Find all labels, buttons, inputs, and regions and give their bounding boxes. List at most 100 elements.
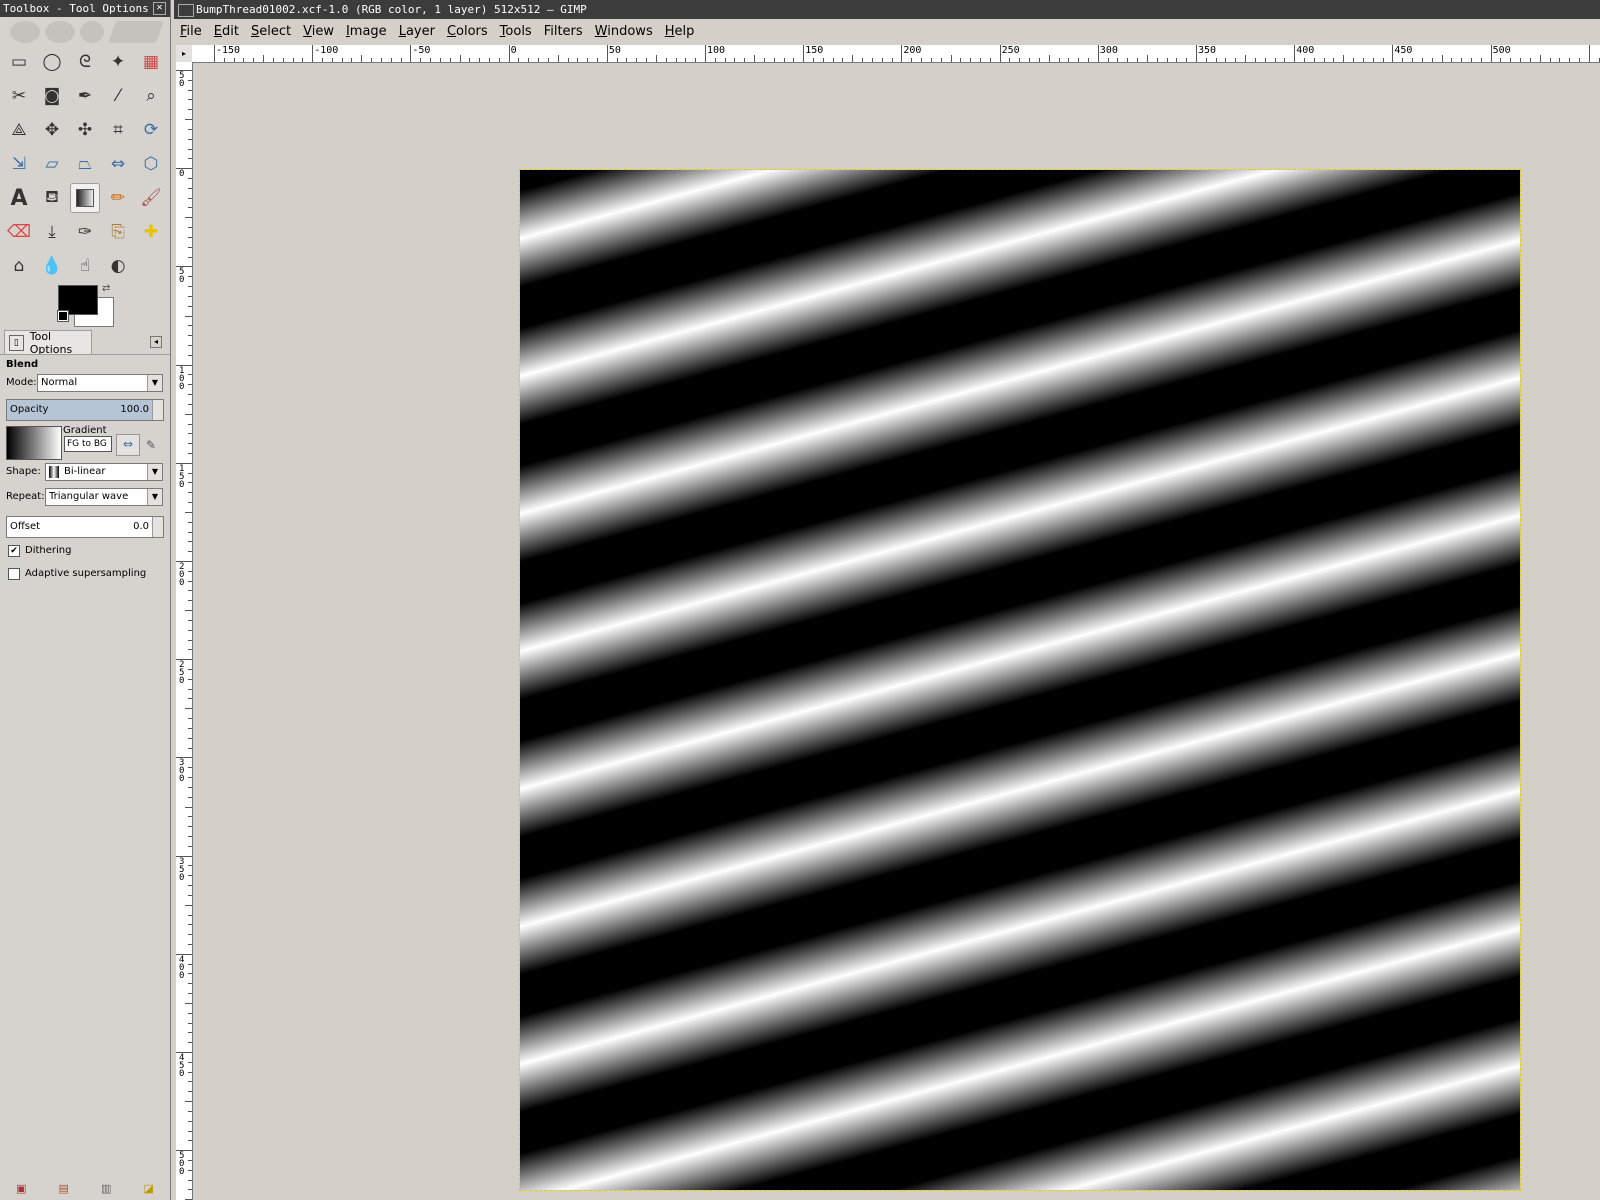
perspective-icon[interactable]: ⏢ (70, 149, 100, 179)
clone-icon[interactable]: ⎘ (103, 217, 133, 247)
menu-view[interactable]: View (297, 22, 340, 42)
swap-colors-icon[interactable]: ⇄ (102, 283, 110, 294)
zoom-icon[interactable]: ⌕ (136, 81, 166, 111)
heal-icon[interactable]: ✚ (136, 217, 166, 247)
repeat-select[interactable]: Triangular wave ▼ (45, 488, 163, 506)
blur-icon[interactable]: 💧 (37, 251, 67, 281)
ruler-tick (312, 45, 314, 62)
offset-slider[interactable]: Offset 0.0 (6, 516, 164, 538)
select-by-color-icon[interactable]: ▦ (136, 47, 166, 77)
ruler-tick (188, 551, 192, 553)
paintbrush-icon[interactable]: 🖌 (136, 183, 166, 213)
text-icon[interactable]: A (4, 183, 34, 213)
ruler-tick (1402, 58, 1404, 62)
default-colors-icon[interactable] (57, 310, 69, 322)
ruler-tick (188, 187, 192, 189)
ruler-tick (1048, 55, 1050, 62)
ruler-tick (341, 58, 343, 62)
menu-file[interactable]: File (174, 22, 208, 42)
opacity-value: 100.0 (120, 404, 149, 415)
ruler-tick (188, 727, 192, 729)
perspective-clone-icon[interactable]: ⌂ (4, 251, 34, 281)
paths-icon[interactable]: ✒ (70, 81, 100, 111)
ruler-tick (185, 904, 192, 906)
ruler-tick (1333, 58, 1335, 62)
gradient-swatch (76, 189, 94, 207)
wilber-logo (0, 17, 170, 47)
pencil-icon[interactable]: ✏ (103, 183, 133, 213)
ruler-tick (188, 943, 192, 945)
menu-select[interactable]: Select (245, 22, 297, 42)
menu-edit[interactable]: Edit (208, 22, 245, 42)
ink-icon[interactable]: ✑ (70, 217, 100, 247)
menu-layer[interactable]: Layer (393, 22, 441, 42)
restore-options-icon[interactable]: ▤ (57, 1182, 71, 1196)
ruler-tick (881, 58, 883, 62)
close-icon[interactable]: ✕ (153, 2, 166, 15)
delete-options-icon[interactable]: ▥ (99, 1182, 113, 1196)
menu-filters[interactable]: Filters (538, 22, 589, 42)
smudge-icon[interactable]: ☝ (70, 251, 100, 281)
canvas-area[interactable] (193, 63, 1600, 1200)
scissors-icon[interactable]: ✂ (4, 81, 34, 111)
menu-image[interactable]: Image (340, 22, 393, 42)
edit-gradient-icon[interactable]: ✎ (146, 438, 156, 452)
shape-select[interactable]: Bi-linear ▼ (45, 463, 163, 481)
ruler-tick (188, 934, 192, 936)
offset-spinner[interactable] (152, 517, 163, 537)
fuzzy-select-icon[interactable]: ✦ (103, 47, 133, 77)
free-select-icon[interactable]: ᘓ (70, 47, 100, 77)
ruler-tick (596, 58, 598, 62)
cage-icon[interactable]: ⬡ (136, 149, 166, 179)
quick-mask-icon[interactable]: ▸ (176, 45, 193, 63)
menu-tools[interactable]: Tools (494, 22, 538, 42)
ruler-label: 150 (805, 45, 824, 56)
menu-help[interactable]: Help (659, 22, 701, 42)
horizontal-ruler[interactable]: -150 -100 -50 0 50 100 150 200 250 300 350 400 450 50… (192, 45, 1600, 63)
ruler-tick (188, 816, 192, 818)
toolbox-titlebar[interactable]: Toolbox - Tool Options ✕ (0, 0, 170, 17)
ruler-tick (665, 58, 667, 62)
measure-icon[interactable]: ⟁ (4, 115, 34, 145)
color-picker-icon[interactable]: ⁄ (103, 81, 133, 111)
color-area[interactable]: ⇄ (57, 283, 114, 327)
image-canvas[interactable] (519, 169, 1521, 1191)
shear-icon[interactable]: ▱ (37, 149, 67, 179)
move-icon[interactable]: ✥ (37, 115, 67, 145)
mode-select[interactable]: Normal ▼ (37, 374, 163, 392)
eraser-icon[interactable]: ⌫ (4, 217, 34, 247)
ellipse-select-icon[interactable]: ◯ (37, 47, 67, 77)
scale-icon[interactable]: ⇲ (4, 149, 34, 179)
opacity-spinner[interactable] (152, 400, 163, 420)
save-options-icon[interactable]: ▣ (14, 1182, 28, 1196)
align-icon[interactable]: ✣ (70, 115, 100, 145)
ruler-tick (508, 45, 510, 62)
dodge-burn-icon[interactable]: ◐ (103, 251, 133, 281)
reverse-gradient-icon[interactable]: ⇔ (116, 434, 140, 456)
dithering-checkbox[interactable]: ✔ (8, 545, 20, 557)
flip-icon[interactable]: ⇔ (103, 149, 133, 179)
menu-windows[interactable]: Windows (589, 22, 659, 42)
airbrush-icon[interactable]: ⤓ (37, 217, 67, 247)
ruler-tick (1500, 58, 1502, 62)
ruler-tick (1186, 58, 1188, 62)
vertical-ruler[interactable]: 50050100150200250300350400450500 (176, 62, 193, 1200)
foreground-select-icon[interactable]: ◙ (37, 81, 67, 111)
bucket-fill-icon[interactable]: ⛾ (37, 183, 67, 213)
tab-tool-options[interactable]: ▯ Tool Options (4, 330, 92, 356)
opacity-slider[interactable]: Opacity 100.0 (6, 399, 164, 421)
ruler-tick (1470, 58, 1472, 62)
gradient-name: FG to BG (64, 436, 112, 452)
ruler-label: 50 (179, 71, 185, 89)
ruler-tick (188, 590, 192, 592)
blend-icon[interactable] (70, 183, 100, 213)
image-window-titlebar[interactable]: BumpThread01002.xcf-1.0 (RGB color, 1 la… (174, 0, 1600, 19)
crop-icon[interactable]: ⌗ (103, 115, 133, 145)
tab-menu-icon[interactable]: ◂ (150, 336, 162, 348)
rotate-icon[interactable]: ⟳ (136, 115, 166, 145)
gradient-preview[interactable] (6, 426, 62, 460)
menu-colors[interactable]: Colors (441, 22, 494, 42)
rect-select-icon[interactable]: ▭ (4, 47, 34, 77)
adaptive-supersampling-checkbox[interactable] (8, 568, 20, 580)
reset-options-icon[interactable]: ◪ (142, 1182, 156, 1196)
